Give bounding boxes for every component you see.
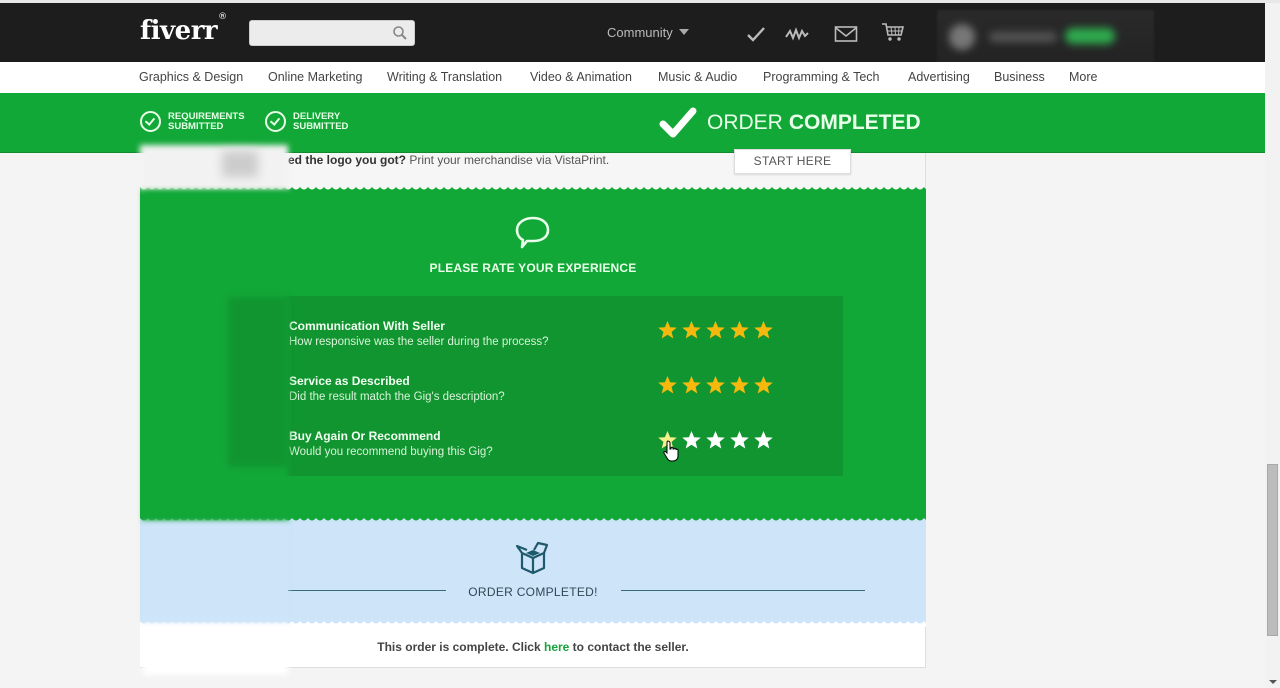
scallop-divider	[140, 621, 926, 627]
star-filled-icon[interactable]	[705, 320, 726, 341]
contact-prefix: This order is complete. Click	[377, 640, 544, 654]
logo-registered-mark: ®	[218, 12, 227, 23]
star-filled-icon[interactable]	[681, 320, 702, 341]
rating-panel: Communication With Seller How responsive…	[227, 296, 843, 476]
top-header: fiverr® Community	[0, 3, 1265, 66]
check-icon[interactable]	[744, 23, 768, 45]
star-rating[interactable]	[657, 320, 774, 341]
open-box-icon	[515, 541, 549, 575]
check-circle-icon	[140, 111, 161, 132]
logo-text: fiverr	[140, 16, 218, 46]
cart-icon[interactable]	[881, 21, 905, 43]
category-nav: Graphics & Design Online Marketing Writi…	[0, 62, 1265, 93]
vistaprint-plain-text: Print your merchandise via VistaPrint.	[405, 153, 610, 167]
order-content: ed the logo you got? Print your merchand…	[140, 149, 926, 668]
order-title-bold: COMPLETED	[788, 111, 921, 134]
page-scrollbar[interactable]	[1265, 3, 1280, 688]
category-writing-translation[interactable]: Writing & Translation	[387, 70, 502, 84]
scroll-down-arrow-icon[interactable]	[1269, 680, 1277, 684]
category-programming-tech[interactable]: Programming & Tech	[763, 70, 880, 84]
community-label: Community	[607, 25, 673, 40]
username-redacted	[989, 32, 1057, 42]
star-empty-icon[interactable]	[753, 430, 774, 451]
fiverr-logo[interactable]: fiverr®	[140, 12, 227, 46]
scrollbar-thumb[interactable]	[1267, 464, 1278, 636]
rate-experience-section: PLEASE RATE YOUR EXPERIENCE Communicatio…	[140, 187, 926, 519]
criterion-buy-again: Buy Again Or Recommend Would you recomme…	[289, 429, 493, 458]
search-box	[249, 20, 415, 46]
step-delivery-submitted: DELIVERY SUBMITTED	[265, 111, 348, 132]
category-more[interactable]: More	[1069, 70, 1097, 84]
step-label-line2: SUBMITTED	[293, 120, 349, 132]
user-account-menu[interactable]	[937, 10, 1154, 66]
order-completed-section: ORDER COMPLETED!	[140, 518, 926, 623]
star-filled-icon[interactable]	[657, 320, 678, 341]
criterion-service-as-described: Service as Described Did the result matc…	[289, 374, 505, 403]
caret-down-icon	[678, 29, 689, 35]
criterion-name: Communication With Seller	[289, 319, 445, 333]
mail-icon[interactable]	[834, 23, 858, 45]
hand-cursor-icon	[663, 440, 679, 462]
activity-icon[interactable]	[785, 23, 809, 45]
big-check-icon	[659, 107, 697, 138]
star-empty-icon[interactable]	[729, 430, 750, 451]
order-title-light: ORDER	[707, 111, 783, 134]
star-filled-icon[interactable]	[681, 375, 702, 396]
step-requirements-submitted: REQUIREMENTS SUBMITTED	[140, 111, 245, 132]
search-input[interactable]	[250, 21, 390, 45]
vistaprint-text: ed the logo you got? Print your merchand…	[288, 153, 609, 167]
category-business[interactable]: Business	[994, 70, 1045, 84]
star-filled-icon[interactable]	[753, 320, 774, 341]
step-label-line1: REQUIREMENTS	[168, 110, 245, 122]
category-online-marketing[interactable]: Online Marketing	[268, 70, 363, 84]
contact-seller-text: This order is complete. Click here to co…	[140, 640, 926, 654]
scallop-divider	[140, 518, 926, 524]
contact-seller-link[interactable]: here	[544, 640, 569, 654]
criterion-name: Service as Described	[289, 374, 410, 388]
star-rating[interactable]	[657, 375, 774, 396]
scallop-divider	[140, 187, 926, 193]
criterion-name: Buy Again Or Recommend	[289, 429, 441, 443]
check-circle-icon	[265, 111, 286, 132]
criterion-description: How responsive was the seller during the…	[289, 336, 549, 348]
step-label-line1: DELIVERY	[293, 110, 341, 122]
category-music-audio[interactable]: Music & Audio	[658, 70, 737, 84]
star-filled-icon[interactable]	[729, 375, 750, 396]
avatar	[949, 24, 975, 50]
star-filled-icon[interactable]	[729, 320, 750, 341]
star-empty-icon[interactable]	[705, 430, 726, 451]
balance-badge-redacted	[1065, 28, 1115, 44]
start-here-button[interactable]: START HERE	[734, 149, 851, 174]
star-empty-icon[interactable]	[681, 430, 702, 451]
rate-experience-title: PLEASE RATE YOUR EXPERIENCE	[429, 261, 637, 275]
step-label-line2: SUBMITTED	[168, 120, 224, 132]
category-advertising[interactable]: Advertising	[908, 70, 970, 84]
contact-seller-section: This order is complete. Click here to co…	[140, 621, 926, 668]
criterion-description: Did the result match the Gig's descripti…	[289, 391, 505, 403]
order-status-bar: REQUIREMENTS SUBMITTED DELIVERY SUBMITTED …	[0, 93, 1265, 153]
star-filled-icon[interactable]	[657, 375, 678, 396]
order-completed-title: ORDER COMPLETED	[659, 106, 921, 140]
criterion-description: Would you recommend buying this Gig?	[289, 446, 493, 458]
search-icon[interactable]	[392, 25, 408, 41]
criterion-communication: Communication With Seller How responsive…	[289, 319, 549, 348]
vistaprint-banner: ed the logo you got? Print your merchand…	[140, 149, 926, 189]
star-filled-icon[interactable]	[753, 375, 774, 396]
category-graphics-design[interactable]: Graphics & Design	[139, 70, 243, 84]
vistaprint-bold-text: ed the logo you got?	[288, 153, 406, 167]
speech-bubble-icon	[515, 216, 550, 249]
community-menu[interactable]: Community	[607, 25, 689, 40]
contact-suffix: to contact the seller.	[569, 640, 689, 654]
order-completed-label: ORDER COMPLETED!	[468, 585, 598, 599]
divider-line	[621, 590, 865, 591]
category-video-animation[interactable]: Video & Animation	[530, 70, 632, 84]
star-filled-icon[interactable]	[705, 375, 726, 396]
